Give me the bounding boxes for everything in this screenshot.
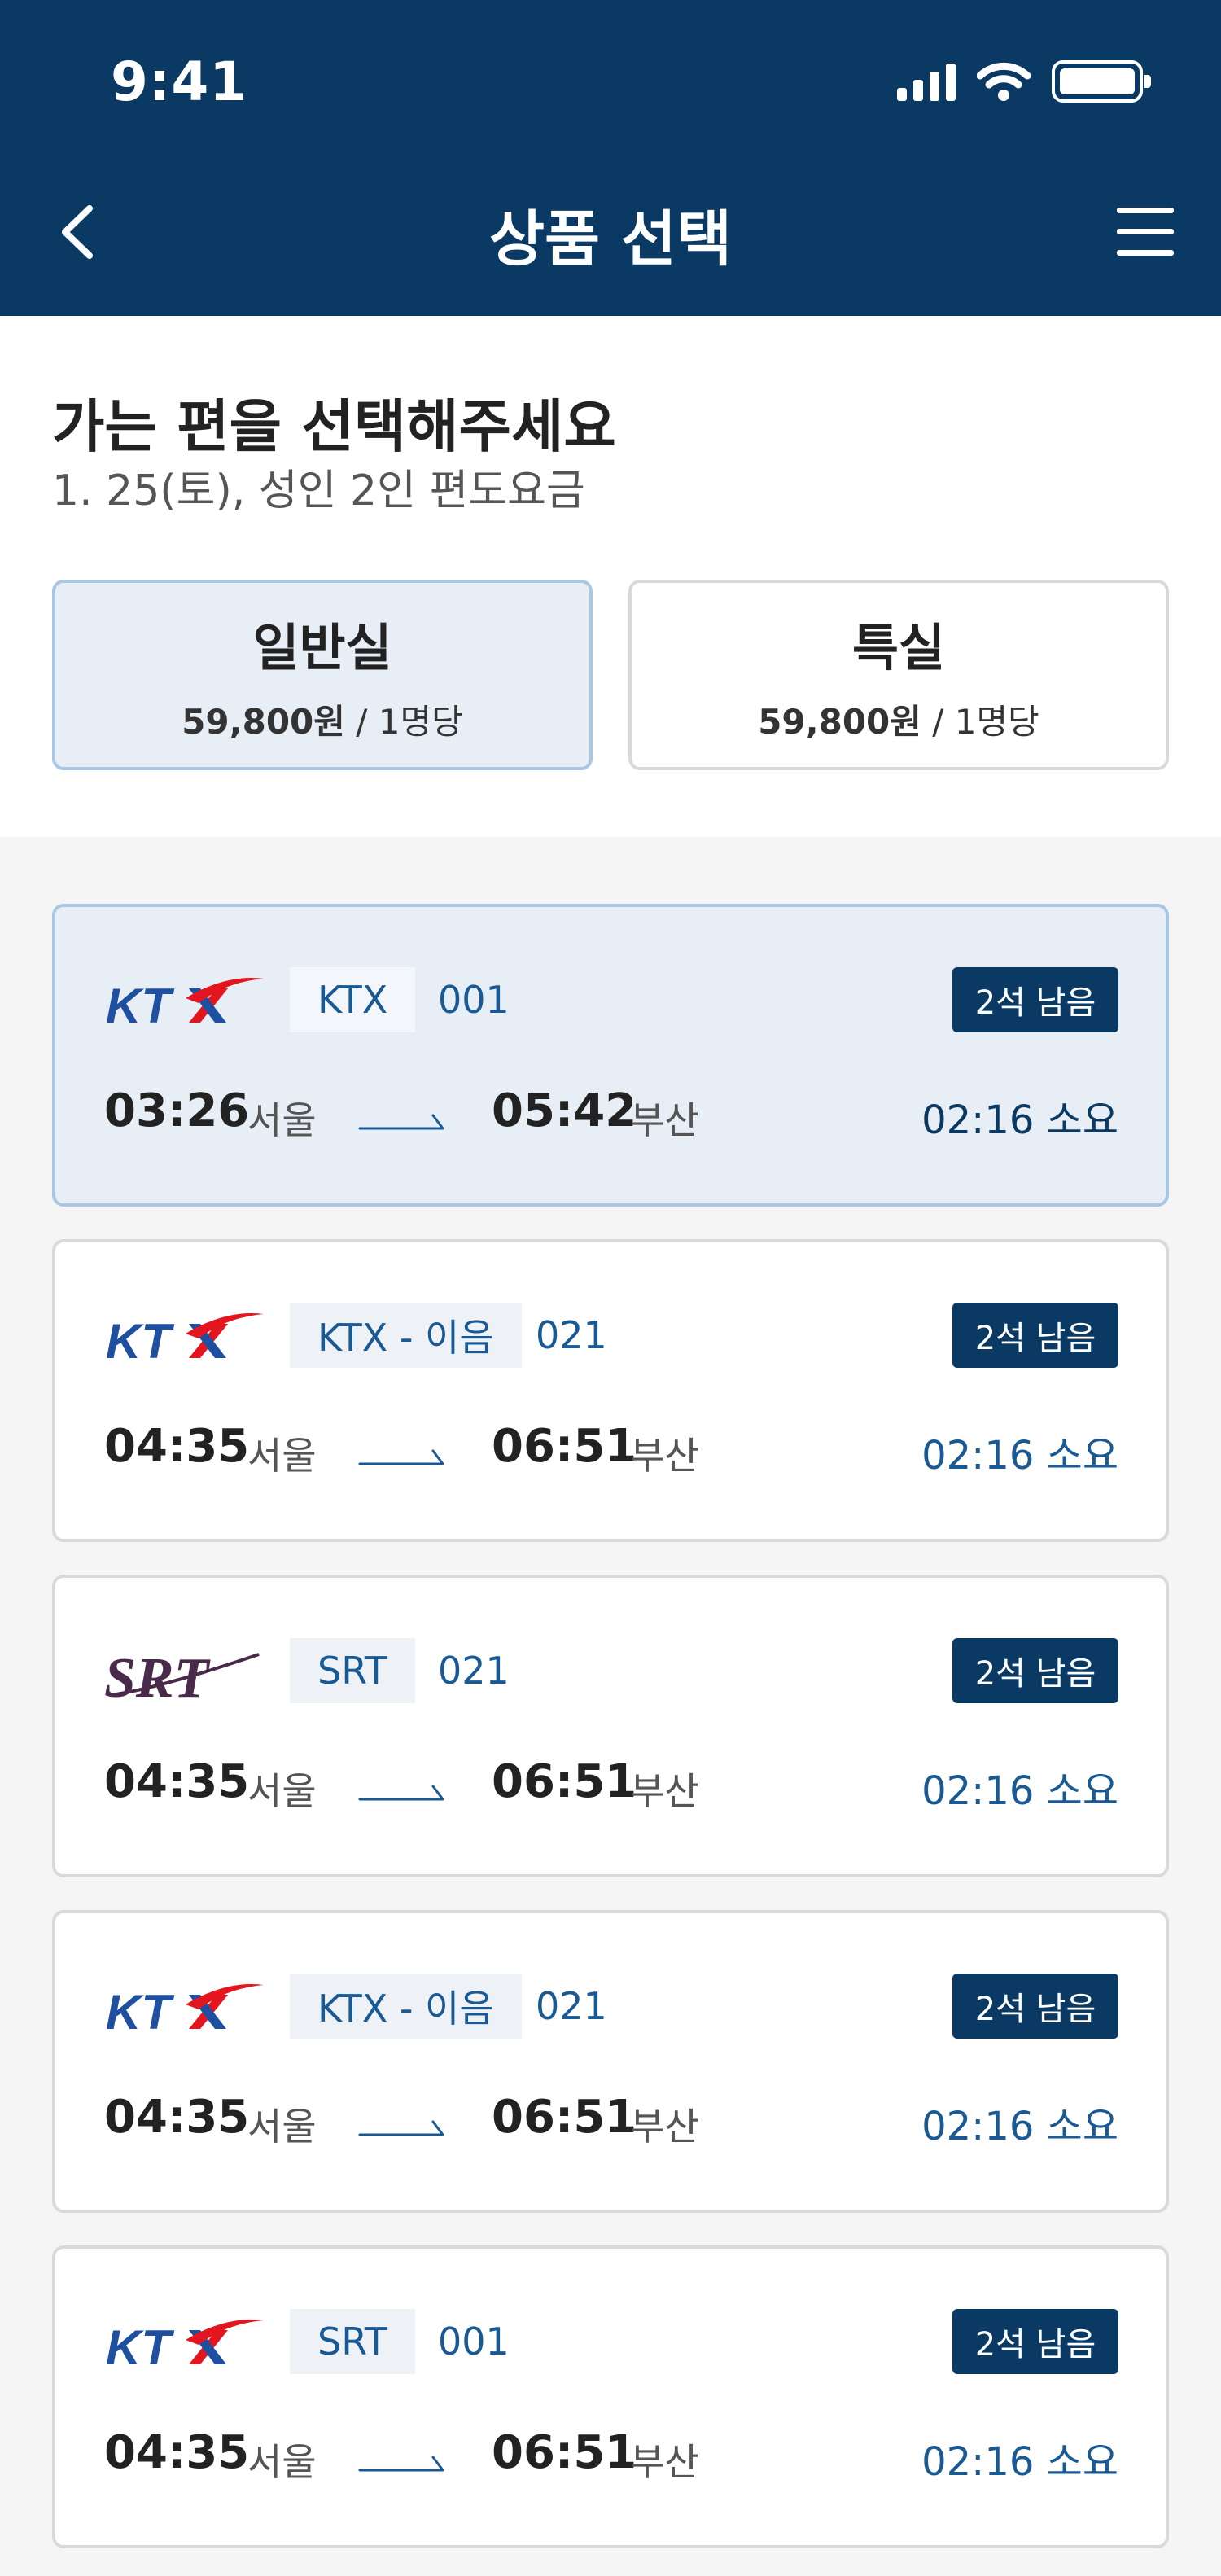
class-name: 일반실 [252, 617, 392, 677]
price-amount: 59,800원 [758, 701, 921, 742]
status-icons [897, 60, 1151, 103]
departure-time: 04:35 [104, 2426, 250, 2479]
train-number: 021 [536, 1984, 607, 2028]
train-card[interactable]: KT KTX 001 2석 남음 03:26 서울 05:42 부산 02:16 소요 [52, 904, 1169, 1207]
travel-duration: 02:16 소요 [921, 1768, 1118, 1814]
section-heading: 가는 편을 선택해주세요 [52, 393, 616, 460]
arrow-right-icon [358, 1104, 449, 1137]
arrival-time: 05:42 [492, 1084, 637, 1137]
svg-text:KT: KT [106, 2320, 174, 2375]
menu-button[interactable] [1109, 195, 1182, 269]
class-price: 59,800원 / 1명당 [182, 694, 463, 744]
seats-remaining-badge: 2석 남음 [952, 2309, 1118, 2374]
departure-time: 04:35 [104, 1420, 250, 1473]
arrival-time: 06:51 [492, 2426, 637, 2479]
class-tab-first[interactable]: 특실 59,800원 / 1명당 [628, 580, 1169, 770]
departure-time: 04:35 [104, 1755, 250, 1808]
arrival-time: 06:51 [492, 1755, 637, 1808]
ktx-logo-icon: KT [104, 1308, 267, 1373]
ktx-logo-icon: KT [104, 2314, 267, 2379]
train-number: 021 [536, 1313, 607, 1357]
arrival-station: 부산 [630, 1434, 699, 1478]
cellular-signal-icon [897, 62, 956, 101]
arrival-time: 06:51 [492, 1420, 637, 1473]
svg-text:SRT: SRT [104, 1647, 212, 1708]
header-bar: 9:41 상품 선택 [0, 0, 1221, 316]
schedule-row: 04:35 서울 06:51 부산 02:16 소요 [104, 2426, 1118, 2491]
price-unit: / 1명당 [921, 701, 1039, 742]
battery-icon [1052, 60, 1151, 103]
arrival-station: 부산 [630, 1769, 699, 1813]
schedule-row: 04:35 서울 06:51 부산 02:16 소요 [104, 1755, 1118, 1820]
train-number: 021 [438, 1649, 510, 1693]
arrival-time: 06:51 [492, 2091, 637, 2144]
arrival-station: 부산 [630, 1098, 699, 1142]
departure-time: 04:35 [104, 2091, 250, 2144]
train-card[interactable]: KT SRT 001 2석 남음 04:35 서울 06:51 부산 02:16 소요 [52, 2245, 1169, 2548]
train-number: 001 [438, 2320, 510, 2364]
status-time: 9:41 [111, 50, 248, 113]
travel-duration: 02:16 소요 [921, 2439, 1118, 2485]
price-amount: 59,800원 [182, 701, 345, 742]
schedule-row: 04:35 서울 06:51 부산 02:16 소요 [104, 1420, 1118, 1485]
seats-remaining-badge: 2석 남음 [952, 1638, 1118, 1703]
seats-remaining-badge: 2석 남음 [952, 967, 1118, 1032]
seats-remaining-badge: 2석 남음 [952, 1303, 1118, 1368]
travel-duration: 02:16 소요 [921, 2104, 1118, 2149]
travel-duration: 02:16 소요 [921, 1433, 1118, 1479]
selection-intro: 가는 편을 선택해주세요 1. 25(토), 성인 2인 편도요금 일반실 59… [0, 316, 1221, 837]
departure-station: 서울 [247, 1434, 317, 1478]
train-type-tag: SRT [290, 1638, 415, 1703]
departure-station: 서울 [247, 2440, 317, 2484]
page-title: 상품 선택 [488, 204, 733, 274]
train-type-tag: KTX - 이음 [290, 1303, 522, 1368]
train-card[interactable]: KT KTX - 이음 021 2석 남음 04:35 서울 06:51 부산 02:16 소요 [52, 1239, 1169, 1542]
class-price: 59,800원 / 1명당 [758, 694, 1039, 744]
ktx-logo-icon: KT [104, 1978, 267, 2044]
train-card[interactable]: SRT SRT 021 2석 남음 04:35 서울 06:51 부산 02:16 소요 [52, 1575, 1169, 1877]
ktx-logo-icon: KT [104, 972, 267, 1037]
train-number: 001 [438, 978, 510, 1022]
schedule-row: 03:26 서울 05:42 부산 02:16 소요 [104, 1084, 1118, 1150]
arrow-right-icon [358, 2110, 449, 2143]
trip-summary: 1. 25(토), 성인 2인 편도요금 [52, 467, 585, 515]
arrow-right-icon [358, 1439, 449, 1472]
class-tab-standard[interactable]: 일반실 59,800원 / 1명당 [52, 580, 593, 770]
navigation-bar: 상품 선택 [0, 155, 1221, 309]
srt-logo-icon: SRT [104, 1643, 267, 1710]
train-card[interactable]: KT KTX - 이음 021 2석 남음 04:35 서울 06:51 부산 02:16 소요 [52, 1910, 1169, 2213]
svg-text:KT: KT [106, 1985, 174, 2039]
arrow-right-icon [358, 2446, 449, 2478]
arrival-station: 부산 [630, 2440, 699, 2484]
svg-text:KT: KT [106, 1314, 174, 1369]
seats-remaining-badge: 2석 남음 [952, 1974, 1118, 2039]
train-type-tag: KTX - 이음 [290, 1974, 522, 2039]
hamburger-menu-icon [1117, 208, 1174, 256]
travel-duration: 02:16 소요 [921, 1097, 1118, 1143]
departure-station: 서울 [247, 2105, 317, 2149]
price-unit: / 1명당 [344, 701, 463, 742]
arrival-station: 부산 [630, 2105, 699, 2149]
departure-station: 서울 [247, 1769, 317, 1813]
departure-station: 서울 [247, 1098, 317, 1142]
svg-text:KT: KT [106, 979, 174, 1033]
class-name: 특실 [851, 617, 946, 677]
train-type-tag: KTX [290, 967, 416, 1032]
wifi-icon [977, 62, 1031, 101]
train-type-tag: SRT [290, 2309, 415, 2374]
schedule-row: 04:35 서울 06:51 부산 02:16 소요 [104, 2091, 1118, 2156]
arrow-right-icon [358, 1775, 449, 1807]
departure-time: 03:26 [104, 1084, 250, 1137]
